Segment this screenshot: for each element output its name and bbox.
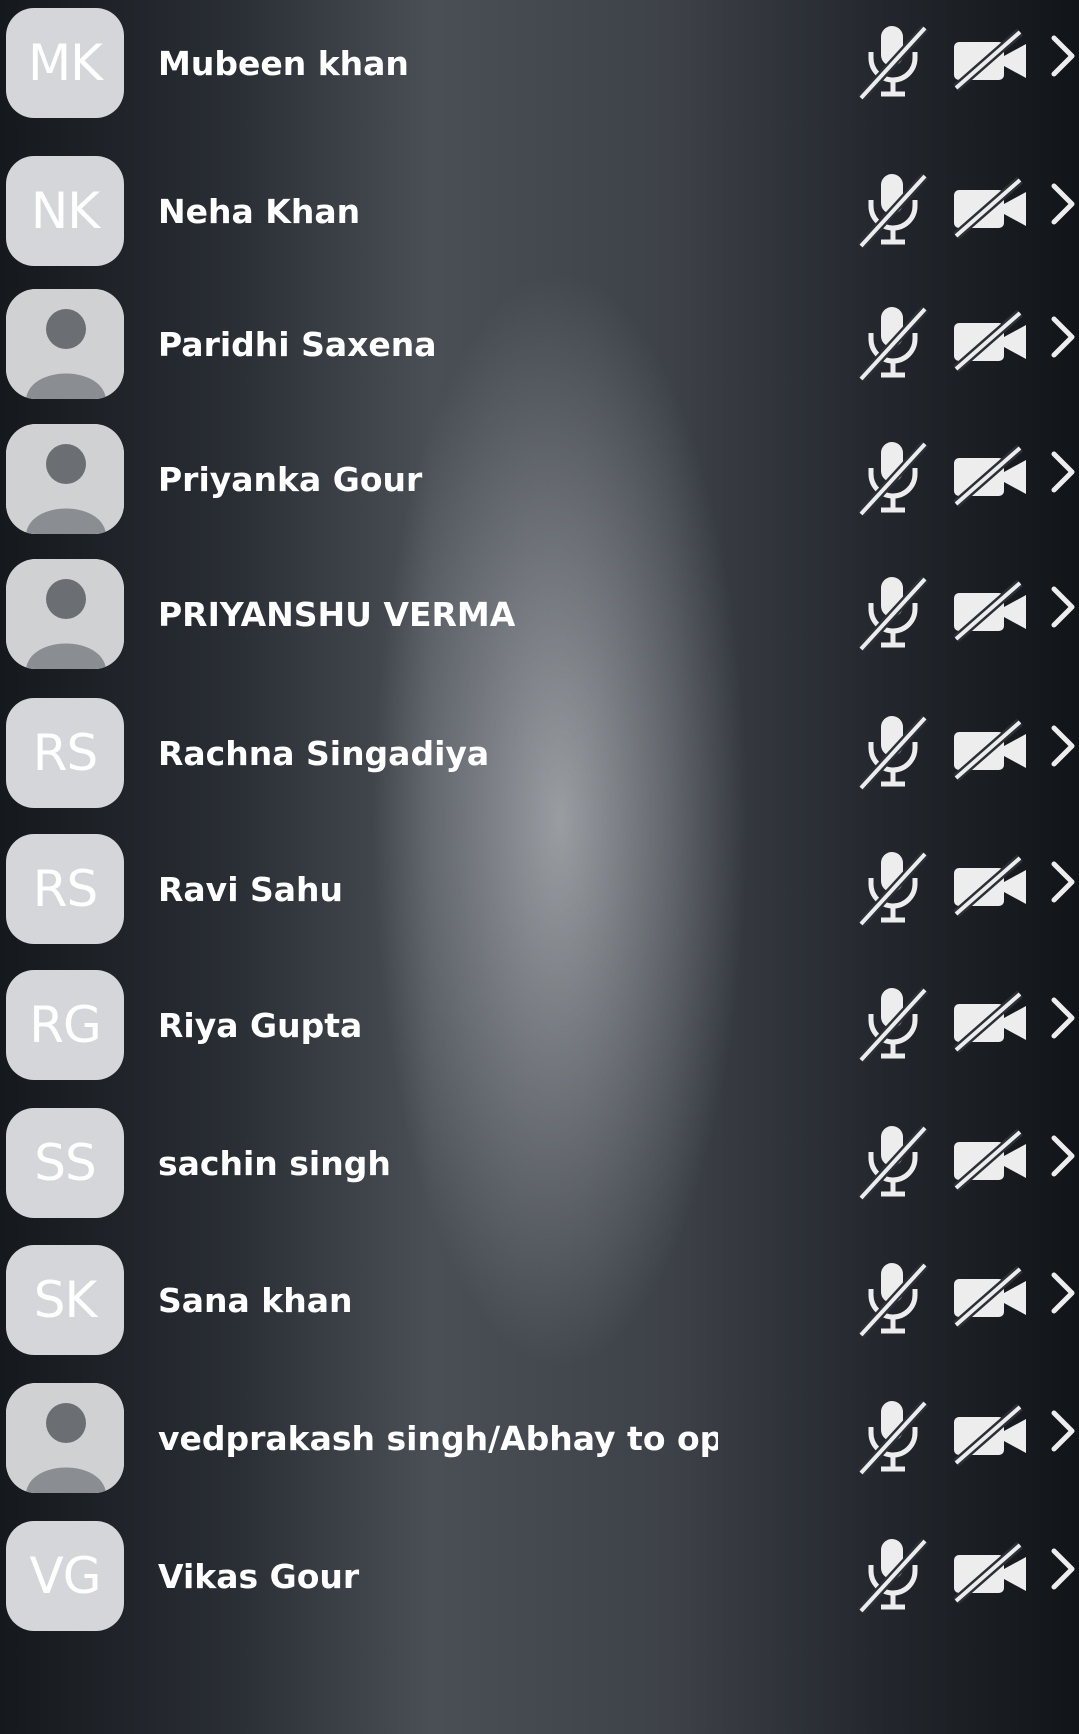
video-off-icon[interactable] [950,718,1030,782]
avatar-photo [6,424,124,534]
chevron-right-icon[interactable] [1044,577,1078,637]
avatar-initials: RG [6,970,124,1080]
participant-name: Paridhi Saxena [158,325,437,364]
participant-row[interactable]: Paridhi Saxena [0,281,1079,429]
mic-muted-icon[interactable] [855,1535,931,1615]
avatar-initials: SS [6,1108,124,1218]
mic-muted-icon[interactable] [855,170,931,250]
participant-row[interactable]: SS sachin singh [0,1100,1079,1248]
video-off-icon[interactable] [950,990,1030,1054]
participant-row[interactable]: vedprakash singh/Abhay to open [0,1375,1079,1523]
participant-name: Priyanka Gour [158,460,423,499]
avatar-photo [6,289,124,399]
participant-name: Sana khan [158,1281,353,1320]
participant-name: Rachna Singadiya [158,734,490,773]
chevron-right-icon[interactable] [1044,307,1078,367]
avatar-initials: RS [6,834,124,944]
mic-muted-icon[interactable] [855,1259,931,1339]
participant-name: PRIYANSHU VERMA [158,595,516,634]
mic-muted-icon[interactable] [855,848,931,928]
participant-row[interactable]: MK Mubeen khan [0,0,1079,148]
video-off-icon[interactable] [950,579,1030,643]
chevron-right-icon[interactable] [1044,1539,1078,1599]
mic-muted-icon[interactable] [855,1397,931,1477]
participant-row[interactable]: Priyanka Gour [0,416,1079,564]
avatar-initials: SK [6,1245,124,1355]
mic-muted-icon[interactable] [855,1122,931,1202]
avatar-initials: MK [6,8,124,118]
participant-name: vedprakash singh/Abhay to open [158,1419,718,1458]
video-off-icon[interactable] [950,176,1030,240]
participant-name: Vikas Gour [158,1557,360,1596]
mic-muted-icon[interactable] [855,984,931,1064]
participant-row[interactable]: RS Rachna Singadiya [0,690,1079,838]
mic-muted-icon[interactable] [855,438,931,518]
video-off-icon[interactable] [950,444,1030,508]
chevron-right-icon[interactable] [1044,1263,1078,1323]
video-off-icon[interactable] [950,854,1030,918]
chevron-right-icon[interactable] [1044,1401,1078,1461]
participant-row[interactable]: RS Ravi Sahu [0,826,1079,974]
avatar-photo [6,1383,124,1493]
participants-screen: MK Mubeen khan NK Neha Khan Paridhi Saxe… [0,0,1079,1734]
mic-muted-icon[interactable] [855,303,931,383]
chevron-right-icon[interactable] [1044,988,1078,1048]
participant-row[interactable]: RG Riya Gupta [0,962,1079,1110]
participant-list: MK Mubeen khan NK Neha Khan Paridhi Saxe… [0,0,1079,1734]
video-off-icon[interactable] [950,1128,1030,1192]
participant-name: Neha Khan [158,192,361,231]
participant-row[interactable]: SK Sana khan [0,1237,1079,1385]
participant-name: Riya Gupta [158,1006,363,1045]
chevron-right-icon[interactable] [1044,1126,1078,1186]
chevron-right-icon[interactable] [1044,716,1078,776]
video-off-icon[interactable] [950,1403,1030,1467]
participant-name: sachin singh [158,1144,391,1183]
participant-row[interactable]: NK Neha Khan [0,148,1079,296]
avatar-photo [6,559,124,669]
participant-name: Ravi Sahu [158,870,344,909]
avatar-initials: NK [6,156,124,266]
chevron-right-icon[interactable] [1044,26,1078,86]
video-off-icon[interactable] [950,309,1030,373]
mic-muted-icon[interactable] [855,573,931,653]
avatar-initials: VG [6,1521,124,1631]
video-off-icon[interactable] [950,1265,1030,1329]
mic-muted-icon[interactable] [855,22,931,102]
participant-name: Mubeen khan [158,44,409,83]
video-off-icon[interactable] [950,1541,1030,1605]
chevron-right-icon[interactable] [1044,174,1078,234]
video-off-icon[interactable] [950,28,1030,92]
chevron-right-icon[interactable] [1044,442,1078,502]
participant-row[interactable]: PRIYANSHU VERMA [0,551,1079,699]
mic-muted-icon[interactable] [855,712,931,792]
participant-row[interactable]: VG Vikas Gour [0,1513,1079,1661]
avatar-initials: RS [6,698,124,808]
chevron-right-icon[interactable] [1044,852,1078,912]
